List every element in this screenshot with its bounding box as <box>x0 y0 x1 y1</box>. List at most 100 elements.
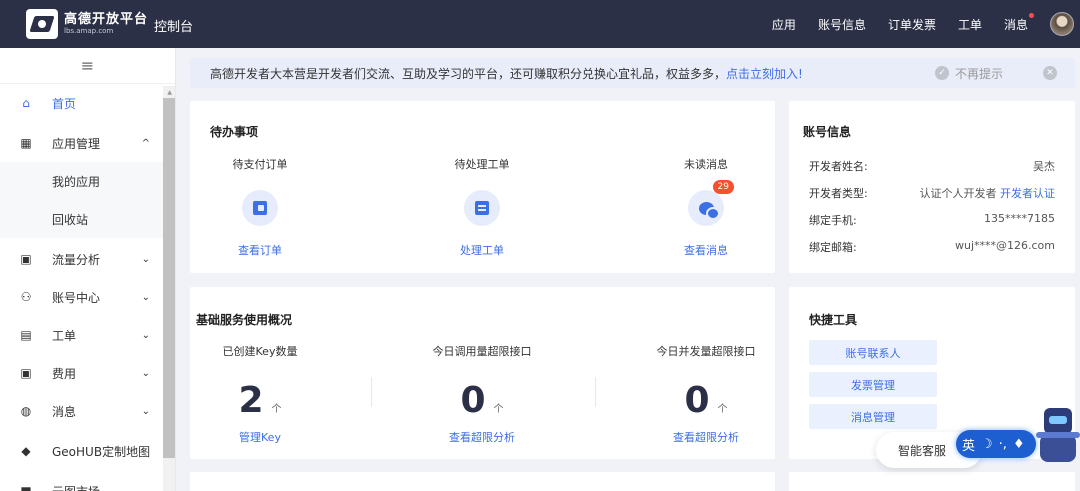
info-key: 绑定邮箱: <box>809 241 857 254</box>
wallet-icon[interactable] <box>242 190 278 226</box>
chart-icon: ▣ <box>20 252 32 266</box>
sidebar-item-label: 首页 <box>52 96 77 111</box>
sidebar-item-label: GeoHUB定制地图 <box>52 444 151 459</box>
usage-title: 基础服务使用概况 <box>196 313 293 327</box>
moon-icon: ☽ <box>981 436 993 452</box>
todo-pending-payment: 待支付订单 查看订单 <box>190 156 330 258</box>
smart-support-label: 智能客服 <box>898 443 947 458</box>
view-limit-analysis-link[interactable]: 查看超限分析 <box>636 429 776 445</box>
sidebar-item-traffic-analysis[interactable]: ▣ 流量分析 ⌄ <box>0 240 164 278</box>
grid-icon: ▦ <box>20 136 32 150</box>
sidebar-item-label: 云图市场 <box>52 483 100 491</box>
view-messages-link[interactable]: 查看消息 <box>636 242 776 258</box>
todo-item-title: 待支付订单 <box>232 158 288 171</box>
sidebar-item-label: 流量分析 <box>52 252 101 267</box>
sidebar-item-account-center[interactable]: ⚇ 账号中心 ⌄ <box>0 278 164 316</box>
nav-messages[interactable]: 消息 <box>1004 12 1035 33</box>
sidebar-item-my-apps[interactable]: 我的应用 <box>0 162 164 200</box>
info-key: 开发者姓名: <box>809 160 868 173</box>
usage-card: 基础服务使用概况 已创建Key数量 2 个 管理Key 今日调用量超限接口 0 … <box>190 287 775 459</box>
sidebar-item-label: 回收站 <box>52 212 89 227</box>
chevron-up-icon: ^ <box>141 137 150 149</box>
ime-toolbar[interactable]: 英 ☽ ·, ♦ <box>956 430 1036 458</box>
sidebar-item-home[interactable]: ⌂ 首页 <box>0 84 164 122</box>
logo-subtitle: lbs.amap.com <box>64 27 114 35</box>
sidebar-scrollbar-thumb[interactable] <box>163 98 175 458</box>
nav-account-info[interactable]: 账号信息 <box>818 16 866 33</box>
info-key: 开发者类型: <box>809 187 868 200</box>
usage-value: 0 <box>684 380 710 421</box>
sidebar-item-fees[interactable]: ▣ 费用 ⌄ <box>0 354 164 392</box>
scroll-up-icon[interactable]: ▲ <box>167 89 172 96</box>
account-title: 账号信息 <box>803 125 852 139</box>
chevron-down-icon: ⌄ <box>141 329 150 341</box>
view-orders-link[interactable]: 查看订单 <box>190 242 330 258</box>
usage-unit: 个 <box>717 404 728 415</box>
usage-key-count: 已创建Key数量 2 个 管理Key <box>190 343 330 445</box>
sidebar-item-geohub[interactable]: ◆ GeoHUB定制地图 <box>0 432 164 470</box>
notice-bar: 高德开发者大本营是开发者们交流、互助及学习的平台，还可赚取积分兑换心宜礼品，权益… <box>190 58 1075 88</box>
top-nav: 应用 账号信息 订单发票 工单 消息 <box>772 0 1080 48</box>
todo-item-title: 待处理工单 <box>454 158 510 171</box>
sidebar-item-cloud-market[interactable]: ■ 云图市场 ⌄ <box>0 472 164 491</box>
handle-tickets-link[interactable]: 处理工单 <box>412 242 552 258</box>
info-value: 吴杰 <box>1033 160 1055 173</box>
unread-badge: 29 <box>712 180 734 194</box>
robot-mascot-icon[interactable] <box>1036 402 1080 466</box>
home-icon: ⌂ <box>22 96 30 110</box>
developer-certification-link[interactable]: 开发者认证 <box>1000 187 1055 200</box>
usage-unit: 个 <box>271 404 282 415</box>
sidebar-item-label: 消息 <box>52 404 77 419</box>
sidebar-item-messages[interactable]: ◍ 消息 ⌄ <box>0 392 164 430</box>
todo-unread-messages: 未读消息 29 查看消息 <box>636 156 776 258</box>
console-title[interactable]: 控制台 <box>154 16 193 35</box>
close-icon[interactable]: ✕ <box>1043 66 1057 80</box>
market-icon: ■ <box>20 484 32 491</box>
dont-show-again[interactable]: ✓ 不再提示 <box>934 65 1003 82</box>
notice-join-link[interactable]: 点击立刻加入! <box>726 67 803 81</box>
todo-card: 待办事项 待支付订单 查看订单 待处理工单 处理工单 未读消息 29 查看消息 <box>190 101 775 273</box>
manage-key-link[interactable]: 管理Key <box>190 429 330 445</box>
hamburger-icon[interactable]: ≡ <box>0 48 175 84</box>
sidebar-item-label: 我的应用 <box>52 174 101 189</box>
sidebar-item-app-management[interactable]: ▦ 应用管理 ^ <box>0 124 164 162</box>
sidebar-item-recycle-bin[interactable]: 回收站 <box>0 200 164 238</box>
info-row-email: 绑定邮箱: wuj****@126.com <box>809 239 1055 255</box>
next-card <box>789 472 1075 491</box>
clipboard-icon[interactable] <box>464 190 500 226</box>
todo-title: 待办事项 <box>210 125 259 139</box>
info-value: 认证个人开发者 <box>919 187 1000 200</box>
logo-title: 高德开放平台 <box>64 12 149 27</box>
sidebar-item-label: 费用 <box>52 366 77 381</box>
message-management-button[interactable]: 消息管理 <box>809 404 937 429</box>
sidebar-item-label: 工单 <box>52 328 77 343</box>
sidebar-item-tickets[interactable]: ▤ 工单 ⌄ <box>0 316 164 354</box>
account-card: 账号信息 开发者姓名: 吴杰 开发者类型: 认证个人开发者 开发者认证 绑定手机… <box>789 101 1075 273</box>
document-icon: ▤ <box>20 328 32 342</box>
user-icon: ⚇ <box>20 290 32 304</box>
amap-logo[interactable]: 高德开放平台 lbs.amap.com <box>26 9 148 39</box>
ime-language-label: 英 <box>962 438 976 454</box>
account-contact-button[interactable]: 账号联系人 <box>809 340 937 365</box>
notice-text: 高德开发者大本营是开发者们交流、互助及学习的平台，还可赚取积分兑换心宜礼品，权益… <box>210 66 727 81</box>
quick-tools-title: 快捷工具 <box>809 313 858 327</box>
nav-apps[interactable]: 应用 <box>772 16 796 33</box>
chat-icon[interactable]: 29 <box>688 180 734 226</box>
usage-item-title: 已创建Key数量 <box>222 345 298 358</box>
nav-orders-invoices[interactable]: 订单发票 <box>888 16 936 33</box>
invoice-management-button[interactable]: 发票管理 <box>809 372 937 397</box>
nav-tickets[interactable]: 工单 <box>958 16 982 33</box>
usage-item-title: 今日调用量超限接口 <box>432 345 532 358</box>
layers-icon: ◆ <box>21 444 31 458</box>
divider <box>371 377 372 407</box>
view-limit-analysis-link[interactable]: 查看超限分析 <box>412 429 552 445</box>
usage-call-limit: 今日调用量超限接口 0 个 查看超限分析 <box>412 343 552 445</box>
money-icon: ▣ <box>20 366 32 380</box>
divider <box>595 377 596 407</box>
shirt-icon: ♦ <box>1012 436 1025 452</box>
info-value: 135****7185 <box>984 212 1055 225</box>
sidebar: ≡ ⌂ 首页 ▦ 应用管理 ^ 我的应用 回收站 ▣ 流量分析 ⌄ ⚇ 账号中心… <box>0 48 176 491</box>
chevron-down-icon: ⌄ <box>141 253 150 265</box>
avatar[interactable] <box>1050 12 1074 36</box>
info-value: wuj****@126.com <box>954 239 1055 252</box>
